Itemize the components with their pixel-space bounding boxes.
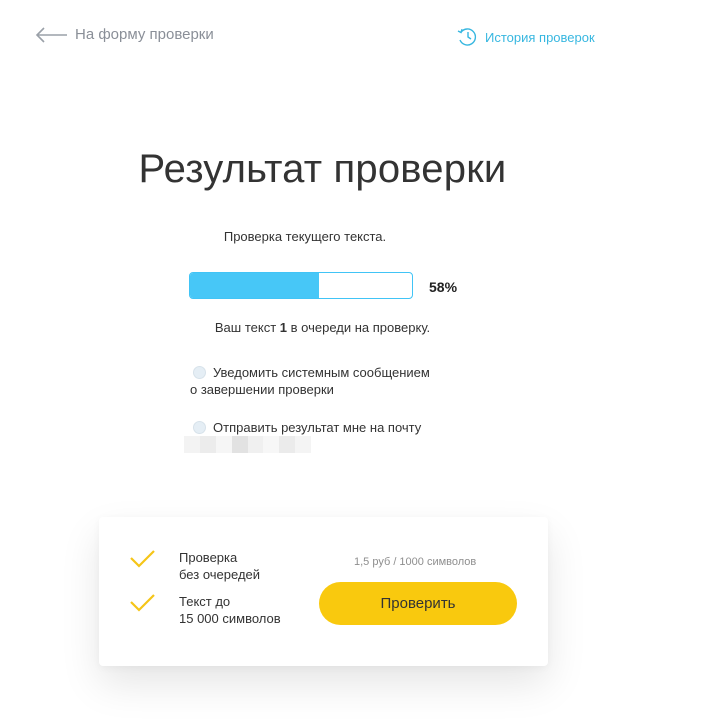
price-label: 1,5 руб / 1000 символов	[354, 556, 477, 568]
arrow-left-icon	[35, 26, 67, 43]
history-link-label: История проверок	[485, 29, 595, 45]
feature-no-queue: Проверка без очередей	[129, 549, 260, 583]
page-title: Результат проверки	[138, 147, 507, 191]
status-subtitle: Проверка текущего текста.	[223, 229, 387, 244]
back-link-label: На форму проверки	[75, 26, 214, 43]
feature-no-queue-line1: Проверка	[179, 550, 238, 565]
feature-text-limit: Текст до 15 000 символов	[129, 593, 281, 627]
notify-label-line1: Уведомить системным сообщением	[213, 365, 430, 380]
progress-bar	[189, 272, 413, 299]
notify-label-line2: о завершении проверки	[190, 382, 334, 397]
feature-text-limit-line2: 15 000 символов	[179, 611, 281, 626]
email-option[interactable]: Отправить результат мне на почту	[193, 419, 421, 436]
progress-percent: 58%	[429, 279, 458, 295]
queue-prefix: Ваш текст	[214, 320, 277, 335]
queue-position: 1	[279, 320, 288, 335]
feature-text-limit-line1: Текст до	[179, 594, 231, 609]
email-option-label: Отправить результат мне на почту	[213, 420, 422, 435]
email-checkbox[interactable]	[193, 421, 206, 434]
back-to-form-link[interactable]: На форму проверки	[35, 26, 214, 43]
history-clock-icon	[457, 28, 477, 46]
notify-option[interactable]: Уведомить системным сообщением о заверше…	[190, 364, 430, 398]
queue-status: Ваш текст 1 в очереди на проверку.	[0, 320, 645, 335]
queue-suffix: в очереди на проверку.	[290, 320, 431, 335]
masked-email-field	[184, 436, 311, 453]
progress-bar-fill	[190, 273, 319, 298]
check-button[interactable]: Проверить	[319, 582, 517, 625]
feature-no-queue-line2: без очередей	[179, 567, 261, 582]
notify-checkbox[interactable]	[193, 366, 206, 379]
history-link[interactable]: История проверок	[456, 27, 595, 47]
pricing-card: Проверка без очередей Текст до 15 000 си…	[99, 517, 548, 666]
checkmark-icon	[130, 550, 155, 568]
checkmark-icon	[130, 594, 155, 612]
